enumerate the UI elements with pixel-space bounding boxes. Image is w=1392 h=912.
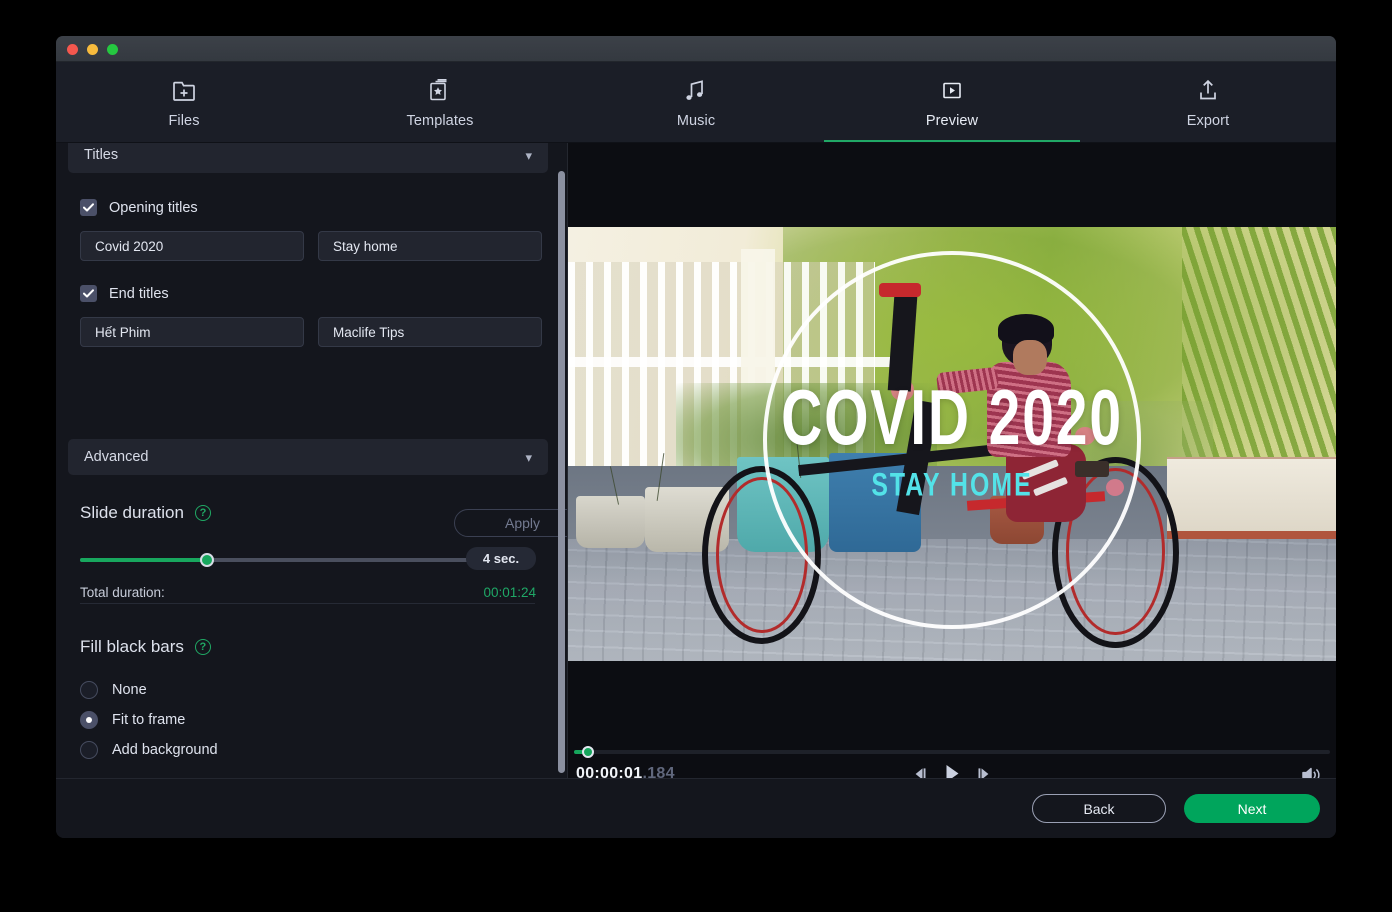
settings-panel-scrollbar[interactable] (558, 171, 565, 773)
music-note-icon (683, 76, 709, 106)
chevron-down-icon: ▾ (525, 149, 532, 162)
end-title-line1-input[interactable] (80, 317, 304, 347)
help-icon-fill-black-bars[interactable]: ? (195, 639, 211, 655)
radio-button-fit-to-frame[interactable] (80, 711, 98, 729)
title-circle-decoration (763, 251, 1141, 629)
tab-label-templates: Templates (407, 113, 474, 129)
main-toolbar: Files Templates Music (56, 62, 1336, 143)
fill-black-bars-heading: Fill black bars ? (80, 637, 211, 657)
window-titlebar (56, 36, 1336, 62)
slide-duration-slider[interactable] (80, 552, 480, 568)
slider-fill (80, 558, 208, 562)
opening-title-line1-input[interactable] (80, 231, 304, 261)
slide-duration-value-badge: 4 sec. (466, 547, 536, 570)
checkbox-end-titles[interactable] (80, 285, 97, 302)
settings-panel: Titles ▾ Opening titles (56, 143, 568, 803)
minimize-button[interactable] (87, 44, 98, 55)
tab-label-music: Music (677, 113, 715, 129)
preview-panel: COVID 2020 STAY HOME 00:00:01.184 (568, 143, 1336, 803)
zoom-button[interactable] (107, 44, 118, 55)
tab-label-files: Files (168, 113, 199, 129)
radio-label-add-background: Add background (112, 742, 218, 758)
radio-button-none[interactable] (80, 681, 98, 699)
end-titles-label: End titles (109, 286, 169, 302)
folder-plus-icon (171, 76, 197, 106)
help-icon-slide-duration[interactable]: ? (195, 505, 211, 521)
preview-play-icon (939, 76, 965, 106)
video-preview[interactable]: COVID 2020 STAY HOME (568, 227, 1336, 661)
opening-titles-fields (80, 231, 542, 261)
tab-export[interactable]: Export (1080, 62, 1336, 142)
next-button[interactable]: Next (1184, 794, 1320, 823)
tab-preview[interactable]: Preview (824, 62, 1080, 142)
close-button[interactable] (67, 44, 78, 55)
tab-templates[interactable]: Templates (312, 62, 568, 142)
active-tab-indicator (824, 140, 1080, 142)
application-window: Files Templates Music (56, 36, 1336, 838)
slide-duration-label: Slide duration (80, 503, 184, 523)
end-title-line2-input[interactable] (318, 317, 542, 347)
scrubber-track (574, 750, 1330, 754)
total-duration-value: 00:01:24 (480, 585, 536, 600)
settings-divider (80, 603, 535, 604)
playback-scrubber[interactable] (574, 745, 1330, 759)
template-star-icon (427, 76, 453, 106)
tab-music[interactable]: Music (568, 62, 824, 142)
slide-duration-heading: Slide duration ? (80, 503, 211, 523)
opening-titles-checkbox-row[interactable]: Opening titles (80, 199, 198, 216)
back-button[interactable]: Back (1032, 794, 1166, 823)
section-header-titles[interactable]: Titles ▾ (68, 143, 548, 173)
export-upload-icon (1195, 76, 1221, 106)
chevron-down-icon: ▾ (525, 451, 532, 464)
total-duration-label: Total duration: (80, 585, 165, 600)
scrubber-handle[interactable] (582, 746, 594, 758)
radio-option-none[interactable]: None (80, 681, 147, 699)
apply-button[interactable]: Apply (454, 509, 568, 537)
opening-titles-label: Opening titles (109, 200, 198, 216)
section-title-titles: Titles (84, 147, 525, 163)
radio-selected-dot (86, 717, 92, 723)
radio-label-fit-to-frame: Fit to frame (112, 712, 185, 728)
wizard-footer: Back Next (56, 778, 1336, 838)
tab-files[interactable]: Files (56, 62, 312, 142)
checkbox-opening-titles[interactable] (80, 199, 97, 216)
section-title-advanced: Advanced (84, 449, 525, 465)
tab-label-preview: Preview (926, 113, 978, 129)
opening-title-line2-input[interactable] (318, 231, 542, 261)
section-header-advanced[interactable]: Advanced ▾ (68, 439, 548, 475)
radio-button-add-background[interactable] (80, 741, 98, 759)
end-titles-checkbox-row[interactable]: End titles (80, 285, 169, 302)
main-content: Titles ▾ Opening titles (56, 143, 1336, 803)
fill-black-bars-label: Fill black bars (80, 637, 184, 657)
radio-label-none: None (112, 682, 147, 698)
radio-option-add-background[interactable]: Add background (80, 741, 218, 759)
slider-handle[interactable] (200, 553, 214, 567)
tab-label-export: Export (1187, 113, 1230, 129)
radio-option-fit-to-frame[interactable]: Fit to frame (80, 711, 185, 729)
end-titles-fields (80, 317, 542, 347)
